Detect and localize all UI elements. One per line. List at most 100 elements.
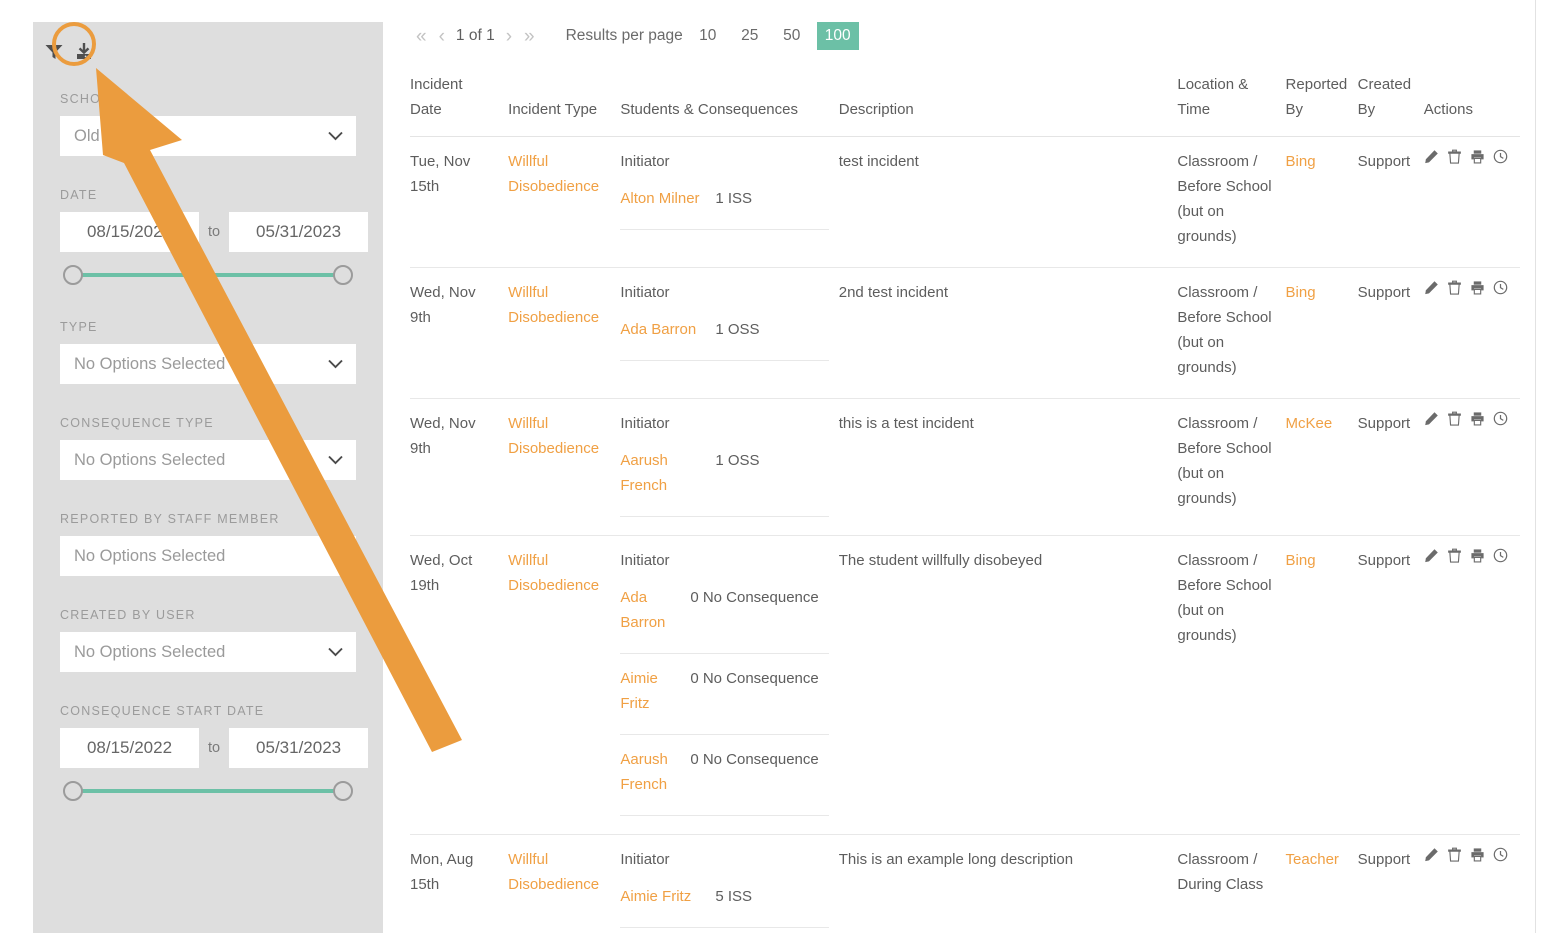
cell-incident-date: Mon, Aug 15th	[410, 834, 509, 933]
incident-type-link[interactable]: Willful Disobedience	[508, 851, 599, 893]
incidents-table-head: Incident Date Incident Type Students & C…	[410, 68, 1520, 137]
printer-icon[interactable]	[1470, 548, 1485, 563]
filter-label-created-by-user: CREATED BY USER	[60, 608, 196, 622]
cell-incident-date: Wed, Nov 9th	[410, 398, 509, 536]
date-to-input[interactable]	[229, 212, 369, 252]
reported-by-link[interactable]: Bing	[1286, 153, 1316, 170]
student-role-label: Initiator	[620, 284, 670, 301]
consequence-value: 0 No Consequence	[690, 653, 829, 735]
page-size-10[interactable]: 10	[691, 22, 725, 50]
col-created-by[interactable]: Created By	[1357, 68, 1424, 137]
printer-icon[interactable]	[1470, 411, 1485, 426]
pencil-icon[interactable]	[1424, 548, 1439, 563]
col-students-label: Students & Consequences	[620, 101, 798, 118]
page-size-25[interactable]: 25	[733, 22, 767, 50]
cell-students-consequences: Initiator Aarush French 1 OSS	[620, 398, 839, 536]
col-description-label: Description	[838, 101, 914, 118]
student-consequence-row: Aimie Fritz 0 No Consequence	[620, 653, 829, 735]
col-location-time[interactable]: Location & Time	[1177, 68, 1286, 137]
reported-by-staff-member-select[interactable]: No Options Selected	[60, 536, 356, 576]
filter-group-type: TYPE No Options Selected	[33, 320, 383, 384]
student-link[interactable]: Aimie Fritz	[620, 670, 658, 712]
school-select[interactable]: Old	[60, 116, 356, 156]
student-link[interactable]: Aarush French	[620, 751, 668, 793]
student-link[interactable]: Alton Milner	[620, 190, 699, 207]
date-range-slider[interactable]	[60, 262, 356, 288]
clock-icon[interactable]	[1493, 847, 1508, 862]
type-select[interactable]: No Options Selected	[60, 344, 356, 384]
reported-by-link[interactable]: Bing	[1286, 552, 1316, 569]
reported-by-link[interactable]: Bing	[1286, 284, 1316, 301]
clock-icon[interactable]	[1493, 149, 1508, 164]
consequence-slider-handle-left[interactable]	[63, 781, 83, 801]
date-slider-handle-left[interactable]	[63, 265, 83, 285]
clock-icon[interactable]	[1493, 548, 1508, 563]
prev-page-button[interactable]: ‹	[433, 27, 451, 46]
filters-toolbar	[33, 22, 383, 68]
cell-reported-by: Teacher	[1285, 834, 1358, 933]
col-incident-date[interactable]: Incident Date	[410, 68, 509, 137]
pencil-icon[interactable]	[1424, 411, 1439, 426]
consequence-type-select[interactable]: No Options Selected	[60, 440, 356, 480]
filter-label-consequence-start-date: CONSEQUENCE START DATE	[60, 704, 265, 718]
created-by-user-select[interactable]: No Options Selected	[60, 632, 356, 672]
incident-type-link[interactable]: Willful Disobedience	[508, 153, 599, 195]
page-size-100[interactable]: 100	[816, 22, 859, 50]
trash-icon[interactable]	[1447, 847, 1462, 862]
student-consequence-row: Aarush French 1 OSS	[620, 436, 829, 517]
trash-icon[interactable]	[1447, 280, 1462, 295]
consequence-value: 0 No Consequence	[690, 573, 829, 654]
student-link[interactable]: Ada Barron	[620, 321, 696, 338]
col-description[interactable]: Description	[838, 68, 1178, 137]
consequence-date-range-slider[interactable]	[60, 778, 356, 804]
clock-icon[interactable]	[1493, 280, 1508, 295]
cell-incident-date: Tue, Nov 15th	[410, 136, 509, 268]
cell-description: The student willfully disobeyed	[838, 535, 1178, 835]
pencil-icon[interactable]	[1424, 847, 1439, 862]
pencil-icon[interactable]	[1424, 149, 1439, 164]
printer-icon[interactable]	[1470, 280, 1485, 295]
table-row[interactable]: Tue, Nov 15th Willful Disobedience Initiat…	[410, 136, 1520, 268]
consequence-date-to-input[interactable]	[229, 728, 369, 768]
row-action-buttons	[1424, 280, 1510, 295]
last-page-button[interactable]: »	[518, 27, 541, 46]
next-page-button[interactable]: ›	[500, 27, 518, 46]
table-header-row: Incident Date Incident Type Students & C…	[410, 68, 1520, 137]
incident-type-link[interactable]: Willful Disobedience	[508, 415, 599, 457]
pencil-icon[interactable]	[1424, 280, 1439, 295]
student-link[interactable]: Aimie Fritz	[620, 888, 691, 905]
student-consequence-row: Ada Barron 0 No Consequence	[620, 573, 829, 654]
consequence-date-range-row: to	[60, 728, 369, 768]
col-reported-by[interactable]: Reported By	[1285, 68, 1358, 137]
student-link[interactable]: Ada Barron	[620, 589, 665, 631]
download-icon[interactable]	[71, 39, 97, 65]
incident-type-link[interactable]: Willful Disobedience	[508, 284, 599, 326]
table-row[interactable]: Mon, Aug 15th Willful Disobedience Initiat…	[410, 834, 1520, 933]
cell-description: this is a test incident	[838, 398, 1178, 536]
clock-icon[interactable]	[1493, 411, 1508, 426]
date-slider-handle-right[interactable]	[333, 265, 353, 285]
consequence-slider-handle-right[interactable]	[333, 781, 353, 801]
trash-icon[interactable]	[1447, 149, 1462, 164]
student-role-label: Initiator	[620, 415, 670, 432]
table-row[interactable]: Wed, Nov 9th Willful Disobedience Initiato…	[410, 398, 1520, 536]
incident-type-link[interactable]: Willful Disobedience	[508, 552, 599, 594]
cell-created-by: Support	[1357, 535, 1424, 835]
trash-icon[interactable]	[1447, 411, 1462, 426]
col-students-consequences[interactable]: Students & Consequences	[620, 68, 839, 137]
date-from-input[interactable]	[60, 212, 199, 252]
reported-by-link[interactable]: McKee	[1286, 415, 1333, 432]
page-size-50[interactable]: 50	[775, 22, 809, 50]
trash-icon[interactable]	[1447, 548, 1462, 563]
cell-actions	[1423, 398, 1520, 536]
printer-icon[interactable]	[1470, 149, 1485, 164]
col-incident-type[interactable]: Incident Type	[508, 68, 621, 137]
reported-by-link[interactable]: Teacher	[1286, 851, 1339, 868]
consequence-date-from-input[interactable]	[60, 728, 199, 768]
printer-icon[interactable]	[1470, 847, 1485, 862]
table-row[interactable]: Wed, Oct 19th Willful Disobedience Initiat…	[410, 535, 1520, 835]
first-page-button[interactable]: «	[410, 27, 433, 46]
student-link[interactable]: Aarush French	[620, 452, 668, 494]
chevron-down-icon	[328, 359, 343, 369]
table-row[interactable]: Wed, Nov 9th Willful Disobedience Initiato…	[410, 267, 1520, 399]
